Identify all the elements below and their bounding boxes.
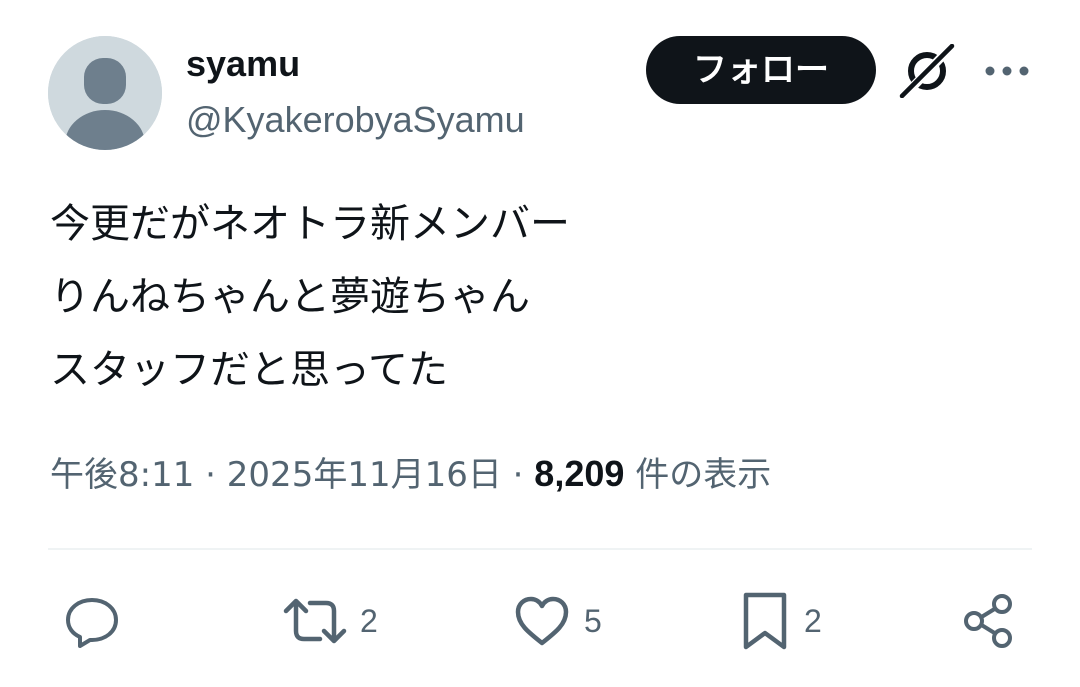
grok-icon[interactable] bbox=[898, 42, 956, 100]
meta-separator: · bbox=[205, 455, 216, 495]
like-count: 5 bbox=[584, 602, 602, 639]
bookmark-count: 2 bbox=[804, 602, 822, 639]
tweet-line: スタッフだと思ってた bbox=[50, 347, 448, 393]
retweet-button[interactable]: 2 bbox=[282, 586, 378, 656]
views-label[interactable]: 件の表示 bbox=[635, 455, 771, 495]
bookmark-icon bbox=[743, 592, 787, 650]
share-icon bbox=[964, 594, 1012, 648]
retweet-icon bbox=[283, 598, 347, 644]
reply-button[interactable] bbox=[62, 586, 134, 656]
tweet-line: 今更だがネオトラ新メンバー bbox=[50, 201, 570, 247]
action-bar: 2 5 2 bbox=[0, 586, 1080, 656]
reply-icon bbox=[66, 598, 118, 648]
tweet-date[interactable]: 2025年11月16日 bbox=[227, 455, 502, 495]
like-button[interactable]: 5 bbox=[512, 586, 602, 656]
user-handle[interactable]: @KyakerobyaSyamu bbox=[186, 98, 525, 142]
default-avatar-icon bbox=[48, 36, 162, 150]
bookmark-button[interactable]: 2 bbox=[738, 586, 822, 656]
avatar[interactable] bbox=[48, 36, 162, 150]
tweet-line: りんねちゃんと夢遊ちゃん bbox=[50, 274, 530, 320]
retweet-count: 2 bbox=[360, 602, 378, 639]
display-name[interactable]: syamu bbox=[186, 42, 300, 86]
share-button[interactable] bbox=[958, 586, 1018, 656]
more-icon[interactable] bbox=[982, 56, 1032, 86]
follow-button[interactable]: フォロー bbox=[646, 36, 876, 104]
views-count[interactable]: 8,209 bbox=[534, 453, 624, 494]
tweet-time[interactable]: 午後8:11 bbox=[50, 455, 194, 495]
divider bbox=[48, 548, 1032, 550]
meta-separator: · bbox=[512, 455, 524, 495]
tweet-text: 今更だがネオトラ新メンバー りんねちゃんと夢遊ちゃん スタッフだと思ってた bbox=[50, 188, 1030, 407]
heart-icon bbox=[515, 596, 569, 646]
tweet-meta: 午後8:11 · 2025年11月16日 · 8,209 件の表示 bbox=[50, 452, 771, 497]
